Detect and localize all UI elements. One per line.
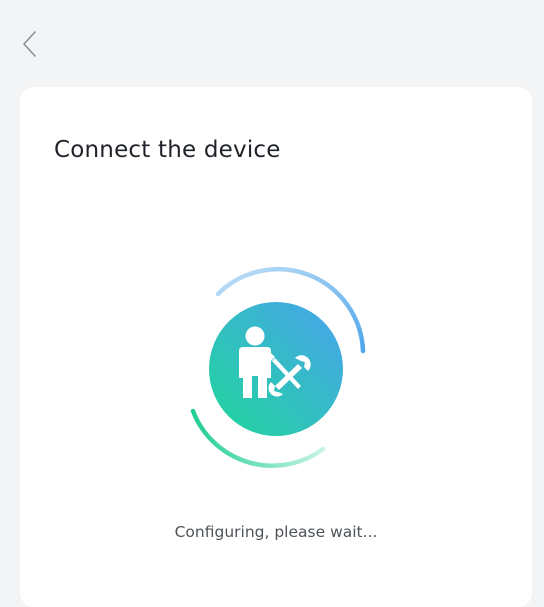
connect-device-card: Connect the device Configuring, please w…: [20, 87, 532, 607]
back-button[interactable]: [10, 24, 50, 64]
configuring-progress-graphic: [171, 264, 381, 474]
chevron-left-icon: [23, 31, 36, 57]
status-text: Configuring, please wait...: [174, 523, 378, 541]
page-title: Connect the device: [54, 137, 281, 163]
illustration-circle: [209, 302, 343, 436]
